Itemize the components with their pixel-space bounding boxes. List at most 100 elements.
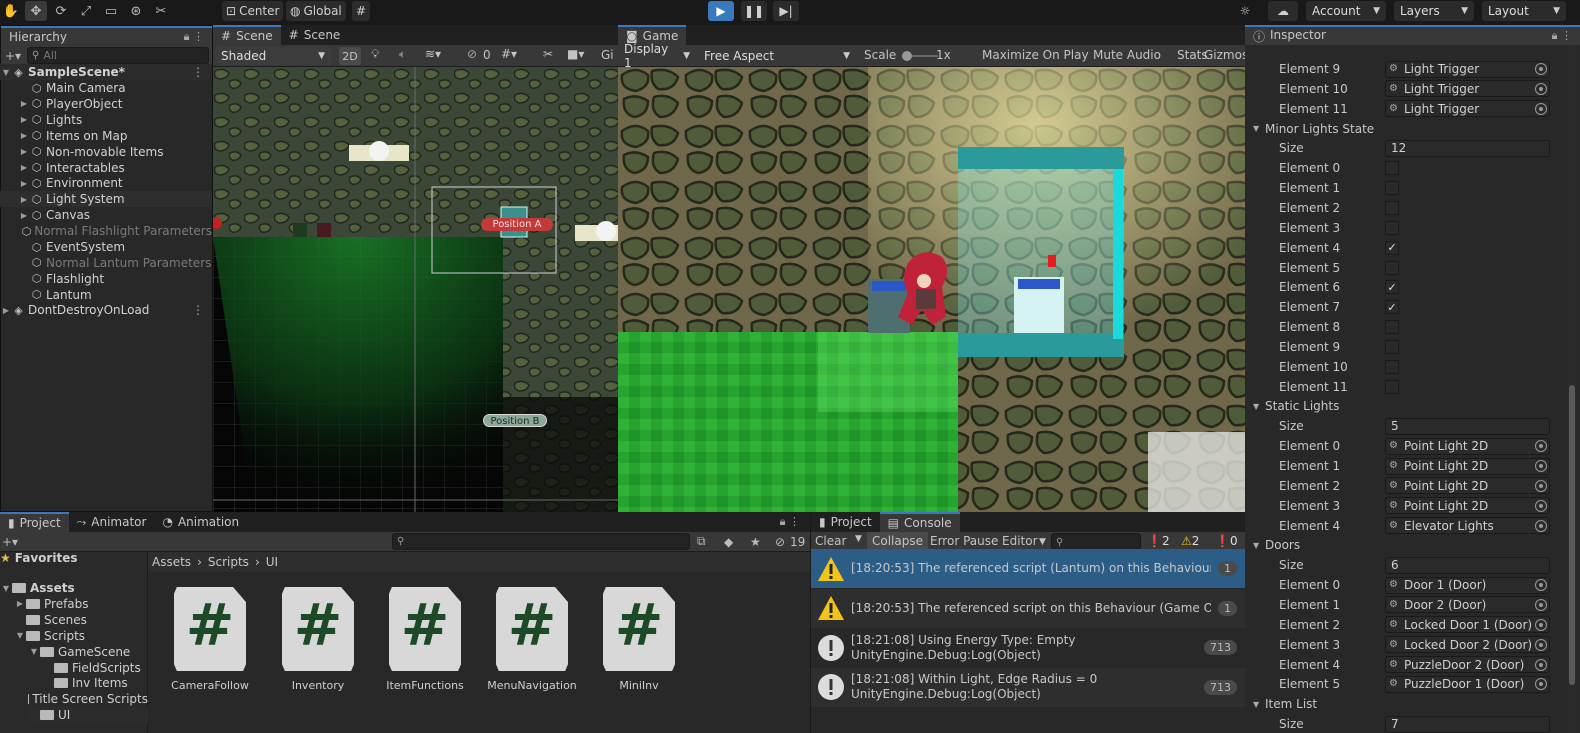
bool-checkbox[interactable] (1385, 161, 1399, 176)
account-dropdown[interactable]: Account ▼ (1306, 1, 1386, 21)
pause-button[interactable]: ❚❚ (741, 1, 767, 21)
expand-arrow-icon[interactable]: ▶ (18, 115, 30, 124)
foldout-arrow-icon[interactable]: ▼ (1253, 402, 1259, 411)
expand-arrow-icon[interactable]: ▶ (18, 179, 30, 188)
more-icon[interactable]: ⋮ (192, 65, 204, 79)
bool-checkbox[interactable] (1385, 379, 1399, 394)
folder-tree-item[interactable]: Scenes (14, 612, 148, 628)
folder-tree-item[interactable]: ▼ Assets (0, 580, 148, 596)
breadcrumb-ui[interactable]: UI (266, 555, 278, 569)
expand-arrow-icon[interactable]: ▶ (18, 131, 30, 140)
folder-tree-item[interactable]: ▼ Scripts (14, 628, 148, 644)
folder-tree-item[interactable]: UI (28, 707, 148, 724)
clear-button[interactable]: Clear (815, 534, 846, 548)
folder-tree-item[interactable]: ▶ Prefabs (14, 596, 148, 612)
folder-tree-item[interactable]: Title Screen Scripts (28, 691, 148, 707)
bool-checkbox[interactable]: ✓ (1385, 280, 1399, 295)
object-picker-icon[interactable] (1535, 63, 1547, 75)
object-field[interactable]: ⚙ Locked Door 2 (Door) (1385, 636, 1550, 654)
hierarchy-item[interactable]: ⬡ Normal Lantum Parameters (0, 255, 212, 271)
hierarchy-item[interactable]: ▶ ⬡ Interactables (0, 160, 212, 176)
tab-console[interactable]: ▤ Console (879, 512, 960, 532)
folder-tree-item[interactable]: FieldScripts (42, 660, 148, 676)
bool-checkbox[interactable] (1385, 220, 1399, 235)
scale-slider[interactable] (902, 51, 938, 61)
editor-dropdown[interactable]: Editor (1002, 534, 1038, 548)
expand-arrow-icon[interactable]: ▼ (0, 68, 12, 77)
bool-checkbox[interactable] (1385, 339, 1399, 354)
effects-icon[interactable]: ≋▾ (425, 47, 441, 61)
script-file-label[interactable]: MiniInv (584, 679, 694, 692)
hierarchy-item[interactable]: ▶ ⬡ Non-movable Items (0, 144, 212, 160)
filter-type-icon[interactable]: ⧉ (697, 534, 706, 549)
expand-arrow-icon[interactable]: ▼ (14, 631, 26, 640)
shading-mode-dropdown[interactable]: Shaded ▼ (215, 47, 331, 65)
expand-arrow-icon[interactable]: ▶ (18, 195, 30, 204)
size-field[interactable]: 6 (1385, 556, 1550, 574)
lock-icon[interactable]: 🔒︎ ⋮ (780, 515, 800, 529)
move-tool-icon[interactable]: ✥ (25, 1, 47, 21)
scene-root[interactable]: ▼ ◈ SampleScene* ⋮ (0, 64, 212, 80)
hierarchy-item[interactable]: ▶ ⬡ Environment (0, 175, 212, 191)
hierarchy-item[interactable]: ⬡ EventSystem (0, 239, 212, 255)
rect-tool-icon[interactable]: ▭ (100, 1, 122, 21)
object-field[interactable]: ⚙ PuzzleDoor 1 (Door) (1385, 675, 1550, 693)
object-field[interactable]: ⚙ Point Light 2D (1385, 437, 1550, 455)
script-file-label[interactable]: CameraFollow (155, 679, 265, 692)
add-icon[interactable]: +▾ (5, 49, 21, 63)
hand-tool-icon[interactable]: ✋ (0, 1, 22, 21)
object-field[interactable]: ⚙ Point Light 2D (1385, 457, 1550, 475)
bool-checkbox[interactable] (1385, 359, 1399, 374)
script-file-label[interactable]: ItemFunctions (370, 679, 480, 692)
rotate-tool-icon[interactable]: ⟳ (50, 1, 72, 21)
info-count-toggle[interactable]: ❗2 (1147, 534, 1170, 548)
dontdestroy-root[interactable]: ▶ ◈ DontDestroyOnLoad ⋮ (0, 302, 212, 318)
csharp-script-icon[interactable]: # (282, 587, 354, 671)
mute-audio-toggle[interactable]: Mute Audio (1093, 48, 1161, 62)
console-log-entry[interactable]: [18:20:53] The referenced script (Lantum… (811, 549, 1245, 588)
warning-count-toggle[interactable]: ⚠2 (1181, 534, 1199, 548)
object-picker-icon[interactable] (1535, 618, 1547, 631)
tab-inspector[interactable]: ⓘ Inspector 🔒︎ ⋮ (1245, 25, 1580, 45)
size-field[interactable]: 5 (1385, 417, 1550, 435)
expand-arrow-icon[interactable]: ▼ (0, 584, 12, 593)
scene-gizmos-button[interactable]: Gi (601, 48, 614, 62)
hierarchy-item[interactable]: ⬡ Main Camera (0, 80, 212, 96)
console-log-entry[interactable]: [18:21:08] Using Energy Type: Empty Unity… (811, 628, 1245, 667)
audio-icon[interactable]: 🔈︎ (399, 47, 406, 62)
filter-label-icon[interactable]: ◆ (724, 535, 733, 549)
tab-project[interactable]: ▮ Project (0, 512, 69, 532)
maximize-on-play-toggle[interactable]: Maximize On Play (982, 48, 1089, 62)
game-viewport[interactable] (618, 67, 1245, 512)
object-field[interactable]: ⚙ PuzzleDoor 2 (Door) (1385, 656, 1550, 673)
inspector-scrollbar[interactable] (1568, 45, 1576, 733)
error-pause-toggle[interactable]: Error Pause (930, 534, 998, 548)
console-search-input[interactable]: ⚲ (1051, 533, 1141, 550)
script-file-label[interactable]: MenuNavigation (477, 679, 587, 692)
csharp-script-icon[interactable]: # (389, 587, 461, 671)
layout-dropdown[interactable]: Layout ▼ (1482, 1, 1566, 21)
hierarchy-item[interactable]: ▶ ⬡ Canvas (0, 207, 212, 223)
csharp-script-icon[interactable]: # (603, 587, 675, 671)
hierarchy-item[interactable]: ▶ ⬡ PlayerObject (0, 96, 212, 112)
position-a-label[interactable]: Position A (481, 218, 553, 231)
step-button[interactable]: ▶| (773, 1, 799, 21)
object-picker-icon[interactable] (1535, 479, 1547, 492)
lock-icon[interactable]: 🔒︎ ⋮ (184, 30, 204, 44)
object-field[interactable]: ⚙ Light Trigger (1385, 80, 1550, 98)
hierarchy-item[interactable]: ▶ ⬡ Light System (0, 191, 212, 208)
favorites-item[interactable]: ★ Favorites (0, 550, 77, 566)
bool-checkbox[interactable]: ✓ (1385, 300, 1399, 315)
hidden-packages-icon[interactable]: ⊘ (775, 535, 785, 549)
aspect-dropdown[interactable]: Free Aspect ▼ (698, 47, 856, 65)
tab-project-2[interactable]: ▮ Project (811, 512, 880, 532)
hierarchy-item[interactable]: ▶ ⬡ Lights (0, 112, 212, 128)
object-field[interactable]: ⚙ Door 1 (Door) (1385, 576, 1550, 594)
object-field[interactable]: ⚙ Elevator Lights (1385, 517, 1550, 535)
scale-tool-icon[interactable]: ⤢ (75, 1, 97, 21)
bool-checkbox[interactable] (1385, 200, 1399, 215)
transform-tool-icon[interactable]: ⊛ (125, 1, 147, 21)
object-picker-icon[interactable] (1535, 658, 1547, 671)
hidden-objects-icon[interactable]: ⊘ (467, 47, 477, 61)
scene-viewport[interactable]: Position A Position B (213, 67, 618, 512)
